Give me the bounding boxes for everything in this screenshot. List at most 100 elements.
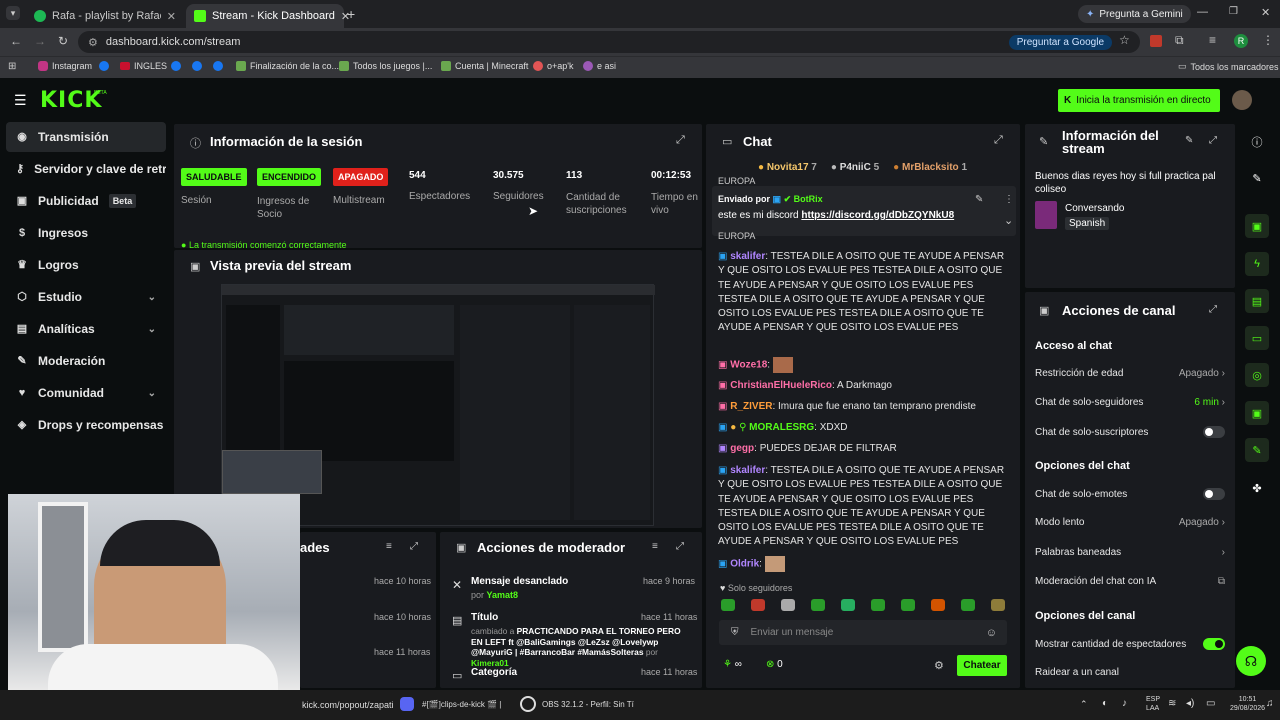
media-icon[interactable]: ≡	[1209, 33, 1216, 47]
sidebar-item-comunidad[interactable]: ♥ Comunidad ⌄	[6, 378, 166, 408]
chevron-down-icon[interactable]: ⌄	[1004, 214, 1013, 227]
browser-tab-playlist[interactable]: Rafa - playlist by Rafael.xared | ✕	[26, 4, 184, 28]
restore-icon[interactable]: ❐	[1229, 6, 1238, 17]
bookmark-facebook-3[interactable]	[192, 61, 202, 71]
gifter[interactable]: ● Novita17 7	[758, 162, 817, 173]
pinned-sender[interactable]: BotRix	[794, 194, 823, 204]
bookmark-facebook[interactable]	[99, 61, 109, 71]
channel-points[interactable]: ⊗ 0	[766, 659, 783, 670]
chat-username[interactable]: R_ZIVER	[730, 401, 772, 412]
show-viewers-toggle[interactable]	[1203, 638, 1225, 650]
taskbar-item-discord[interactable]: #[🎬]clips-de-kick 🎬 |	[422, 700, 501, 709]
bookmark-facebook-4[interactable]	[213, 61, 223, 71]
expand-icon[interactable]: ⤢	[994, 134, 1003, 147]
banned-words-row[interactable]: Palabras baneadas ›	[1035, 547, 1225, 558]
close-icon[interactable]: ✕	[167, 10, 176, 23]
minimize-icon[interactable]: —	[1197, 6, 1208, 18]
language-indicator[interactable]: ESP LAA	[1146, 695, 1160, 713]
lightning-icon[interactable]: ϟ	[1245, 252, 1269, 276]
user-avatar[interactable]	[1232, 90, 1252, 110]
emote-icon[interactable]	[961, 599, 975, 611]
profile-avatar[interactable]: R	[1234, 34, 1248, 48]
site-info-icon[interactable]: ⚙	[88, 36, 98, 49]
expand-icon[interactable]: ⤢	[676, 541, 684, 552]
chat-users-icon[interactable]: ⚘ ∞	[723, 659, 742, 670]
edit-icon[interactable]: ✎	[1185, 135, 1193, 146]
send-chat-button[interactable]: Chatear	[957, 655, 1007, 676]
more-icon[interactable]: ⋮	[1004, 194, 1014, 205]
emote-icon[interactable]	[781, 599, 795, 611]
volume-icon[interactable]: ◂)	[1186, 698, 1194, 709]
expand-icon[interactable]: ⤢	[676, 134, 685, 147]
gemini-button[interactable]: ✦ Pregunta a Gemini	[1078, 5, 1191, 23]
taskbar-item-obs[interactable]: OBS 32.1.2 - Perfil: Sin Tí	[542, 700, 634, 709]
target-icon[interactable]: ◎	[1245, 363, 1269, 387]
filter-icon[interactable]: ≡	[652, 541, 658, 552]
discord-link[interactable]: https://discord.gg/dDbZQYNkU8	[801, 210, 954, 221]
ai-moderation-row[interactable]: Moderación del chat con IA ⧉	[1035, 576, 1225, 587]
sidebar-item-transmision[interactable]: ◉ Transmisión	[6, 122, 166, 152]
filter-icon[interactable]: ≡	[386, 541, 392, 552]
emote-icon[interactable]	[841, 599, 855, 611]
battery-icon[interactable]: ▭	[1206, 698, 1215, 709]
clock[interactable]: 10:51 29/08/2026	[1230, 695, 1265, 713]
expand-icon[interactable]: ⤢	[1209, 304, 1217, 315]
sidebar-item-servidor[interactable]: ⚷ Servidor y clave de retransmisión	[6, 154, 166, 184]
all-bookmarks[interactable]: ▭ Todos los marcadores	[1178, 61, 1279, 72]
taskbar-item-popout[interactable]: kick.com/popout/zapati	[302, 700, 394, 710]
bookmark-ingles[interactable]: INGLES	[120, 61, 167, 71]
browser-tab-kick[interactable]: Stream - Kick Dashboard ✕	[186, 4, 350, 28]
moderator-name[interactable]: Kimera01	[471, 658, 509, 668]
sidebar-item-moderacion[interactable]: ✎ Moderación	[6, 346, 166, 376]
slow-mode-row[interactable]: Modo lento Apagado ›	[1035, 517, 1225, 528]
discord-icon[interactable]	[400, 697, 414, 711]
moderator-name[interactable]: Yamat8	[487, 590, 519, 600]
wifi-icon[interactable]: ≋	[1168, 698, 1176, 709]
bookmark-facebook-2[interactable]	[171, 61, 181, 71]
tray-arrow-icon[interactable]: ⌃	[1080, 699, 1088, 710]
microphone-icon[interactable]: ♪	[1122, 698, 1127, 709]
star-icon[interactable]: ☆	[1119, 33, 1130, 47]
emoji-icon[interactable]: ☺	[986, 627, 997, 639]
chat-username[interactable]: ChristianElHueleRico	[730, 380, 832, 391]
emote-icon[interactable]	[931, 599, 945, 611]
settings-icon[interactable]: ⚙	[934, 659, 944, 672]
tab-search-icon[interactable]: ▾	[6, 6, 20, 20]
subscribers-only-toggle[interactable]	[1203, 426, 1225, 438]
chat-username[interactable]: Woze18	[730, 360, 767, 371]
info-icon[interactable]: ⓘ	[1245, 130, 1269, 154]
chat-input[interactable]: ⛨ Enviar un mensaje ☺	[719, 620, 1007, 645]
go-live-button[interactable]: K Inicia la transmisión en directo	[1058, 89, 1220, 112]
unpin-icon[interactable]: ✎	[975, 194, 983, 205]
chat-username[interactable]: skalifer	[730, 251, 765, 262]
wrench-toggle-icon[interactable]: ✎	[1245, 438, 1269, 462]
apps-grid-icon[interactable]: ⊞	[8, 61, 16, 72]
followers-only-row[interactable]: Chat de solo-seguidores 6 min ›	[1035, 397, 1225, 408]
chat-username[interactable]: MORALESRG	[749, 422, 814, 433]
url-field[interactable]: ⚙ dashboard.kick.com/stream Preguntar a …	[78, 31, 1140, 53]
gifter[interactable]: ● MrBlacksito 1	[893, 162, 967, 173]
preview-toggle-icon[interactable]: ▣	[1245, 214, 1269, 238]
hamburger-menu-icon[interactable]: ☰	[14, 92, 27, 109]
bookmark-finalizacion[interactable]: Finalización de la co...	[236, 61, 339, 71]
bookmark-easi[interactable]: e asi	[583, 61, 616, 71]
chat-username[interactable]: skalifer	[730, 465, 765, 476]
extensions-puzzle-icon[interactable]: ⧉	[1175, 33, 1184, 48]
list-icon[interactable]: ▤	[1245, 289, 1269, 313]
emotes-only-toggle[interactable]	[1203, 488, 1225, 500]
new-tab-icon[interactable]: +	[347, 6, 355, 22]
forward-icon[interactable]: →	[34, 34, 46, 48]
expand-icon[interactable]: ⤢	[1209, 135, 1217, 146]
menu-dots-icon[interactable]: ⋮	[1262, 33, 1274, 47]
emote-icon[interactable]	[871, 599, 885, 611]
back-icon[interactable]: ←	[10, 34, 22, 48]
emote-icon[interactable]	[751, 599, 765, 611]
sidebar-item-estudio[interactable]: ⬡ Estudio ⌄	[6, 282, 166, 312]
reload-icon[interactable]: ↻	[58, 34, 68, 48]
chat-username[interactable]: gegp	[730, 443, 754, 454]
tray-app-icon[interactable]: ◐	[1102, 698, 1108, 709]
sidebar-item-analiticas[interactable]: ▤ Analíticas ⌄	[6, 314, 166, 344]
sidebar-item-ingresos[interactable]: $ Ingresos	[6, 218, 166, 248]
gifter[interactable]: ● P4niiC 5	[831, 162, 879, 173]
raid-row[interactable]: Raidear a un canal	[1035, 667, 1225, 678]
